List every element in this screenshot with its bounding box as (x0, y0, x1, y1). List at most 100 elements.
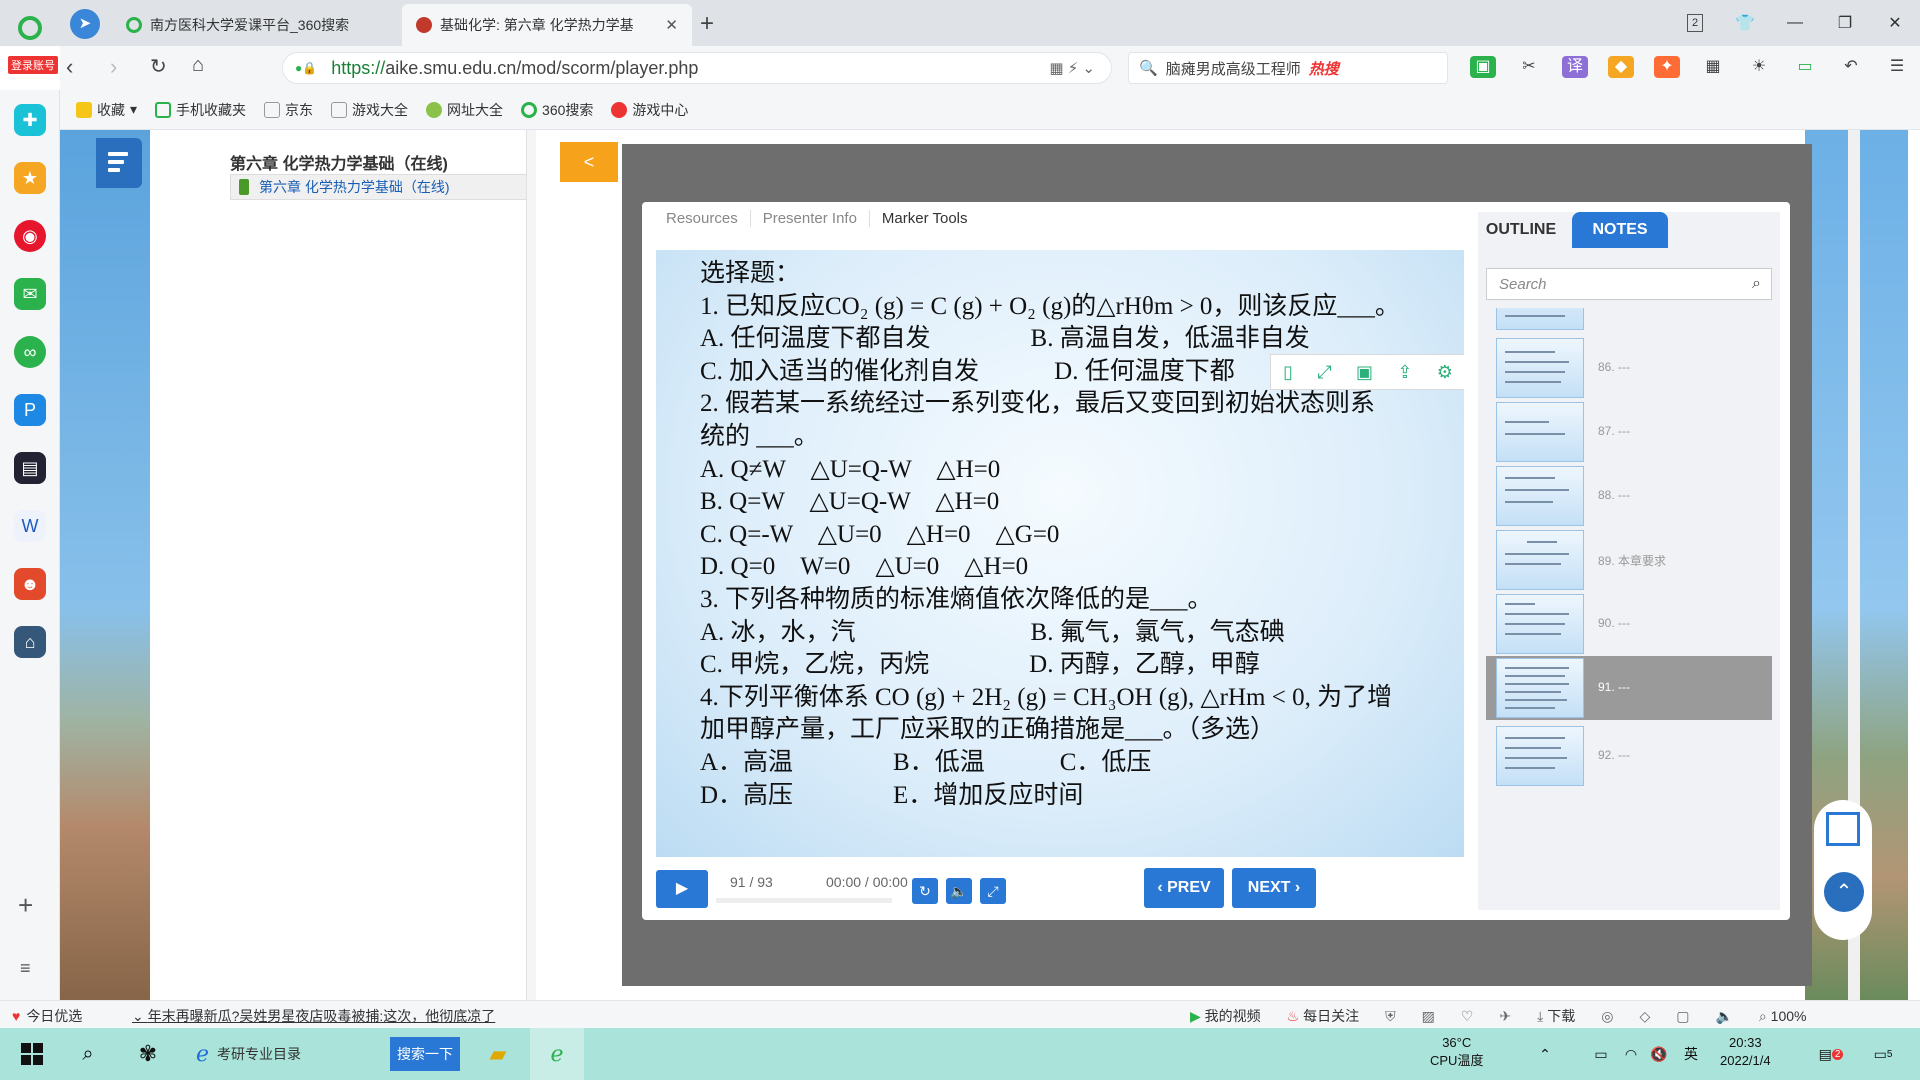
daily-follow-link[interactable]: ♨ 每日关注 (1287, 1006, 1359, 1026)
thumbnail-row[interactable]: 86. --- (1486, 336, 1772, 400)
save-icon[interactable]: ▣ (1356, 362, 1373, 383)
incognito-icon[interactable]: ◎ (1601, 1008, 1613, 1025)
scroll-top-icon[interactable]: ⌃ (1824, 872, 1864, 912)
navigate-icon[interactable]: ➤ (70, 9, 100, 39)
play-button[interactable]: ▶ (656, 870, 708, 908)
tab-outline[interactable]: OUTLINE (1478, 212, 1564, 248)
system-clock[interactable]: 20:33 2022/1/4 (1720, 1034, 1771, 1070)
back-button[interactable]: ‹ (66, 54, 73, 80)
tab-resources[interactable]: Resources (666, 210, 751, 227)
bookmark-item[interactable]: 游戏中心 (611, 100, 688, 120)
thumbnail-row[interactable] (1486, 308, 1772, 332)
app-swirl-icon[interactable]: ✾ (126, 1028, 170, 1080)
shop-icon[interactable]: ⌂ (14, 626, 46, 658)
chevron-up-icon[interactable]: ⌃ (1530, 1028, 1560, 1080)
tab-notes[interactable]: NOTES (1572, 212, 1668, 248)
notifications-icon[interactable]: ▭ 5 (1866, 1028, 1900, 1080)
home-button[interactable]: ⌂ (192, 54, 204, 77)
tab-search[interactable]: 南方医科大学爱课平台_360搜索 (112, 4, 402, 46)
replay-icon[interactable]: ↻ (912, 878, 938, 904)
url-tools-icon[interactable]: ▦ ⚡ ⌄ (1049, 59, 1095, 77)
my-video-link[interactable]: ▶ 我的视频 (1190, 1006, 1261, 1026)
thumbnail-row[interactable]: 90. --- (1486, 592, 1772, 656)
sidebar-list-icon[interactable]: ≡ (20, 958, 31, 979)
word-doc-icon[interactable]: W (14, 510, 46, 542)
battery-taskbar-icon[interactable]: ▭ (1590, 1028, 1612, 1080)
thumbnail-row[interactable]: 87. --- (1486, 400, 1772, 464)
bookmark-item[interactable]: 游戏大全 (331, 100, 408, 120)
shirt-icon[interactable]: 👕 (1720, 13, 1770, 33)
tab-count-badge[interactable]: 2 (1687, 14, 1703, 32)
cloud-icon[interactable]: ∞ (14, 336, 46, 368)
restore-button[interactable]: ❐ (1820, 13, 1870, 33)
qr-code-icon[interactable] (1826, 812, 1860, 846)
game-icon[interactable]: ✦ (1654, 56, 1680, 78)
scissors-icon[interactable]: ✂ (1516, 56, 1542, 78)
outline-search-input[interactable]: Search ⌕ (1486, 268, 1772, 300)
ime-indicator[interactable]: 英 (1680, 1028, 1702, 1080)
shield-icon[interactable]: ◆ (1608, 56, 1634, 78)
browser-logo[interactable]: 登录账号 (8, 16, 58, 74)
bookmark-tool-icon[interactable]: ▯ (1283, 362, 1293, 383)
course-item-link[interactable]: 第六章 化学热力学基础（在线) (230, 174, 528, 200)
wechat-icon[interactable]: ▣ (1470, 56, 1496, 78)
fullscreen-icon[interactable]: ⤢ (980, 878, 1006, 904)
hot-search-box[interactable]: 🔍 脑瘫男成高级工程师 热搜 (1128, 52, 1448, 84)
login-account-button[interactable]: 登录账号 (8, 56, 58, 74)
cloud-plus-icon[interactable]: ✚ (14, 104, 46, 136)
ie-taskbar-item[interactable]: ℯ 考研专业目录 (186, 1028, 388, 1080)
taskbar-search-button[interactable]: 搜索一下 (390, 1037, 460, 1071)
menu-icon[interactable]: ☰ (1884, 56, 1910, 78)
bookmark-item[interactable]: 收藏 ▾ (76, 100, 137, 120)
wifi-icon[interactable]: ◠ (1620, 1028, 1642, 1080)
health-icon[interactable]: ♡ (1461, 1008, 1474, 1025)
panel-resizer[interactable] (526, 130, 536, 1000)
mail-icon[interactable]: ✉ (14, 278, 46, 310)
folder-icon[interactable]: ▰ (476, 1028, 520, 1080)
p-app-icon[interactable]: P (14, 394, 46, 426)
search-icon[interactable]: ⌕ (1752, 275, 1761, 293)
favorites-star-icon[interactable]: ★ (14, 162, 46, 194)
bookmark-item[interactable]: 360搜索 (521, 100, 593, 120)
window-icon[interactable]: ▢ (1676, 1008, 1689, 1025)
tab-marker-tools[interactable]: Marker Tools (870, 210, 980, 227)
browser-360-icon[interactable]: ℯ (530, 1028, 584, 1080)
translate-icon[interactable]: 译 (1562, 56, 1588, 78)
prev-button[interactable]: ‹ PREV (1144, 868, 1224, 908)
thumbnail-row-selected[interactable]: 91. --- (1486, 656, 1772, 720)
mute-icon[interactable]: 🔇 (1648, 1028, 1670, 1080)
speed-icon[interactable]: ✈ (1499, 1008, 1511, 1025)
expand-icon[interactable]: ⤢ (1317, 362, 1331, 383)
settings-gear-icon[interactable]: ⚙ (1437, 362, 1453, 383)
thumbnail-row[interactable]: 89. 本章要求 (1486, 528, 1772, 592)
battery-icon[interactable]: ▭ (1792, 56, 1818, 78)
reload-button[interactable]: ↻ (150, 54, 167, 79)
weibo-icon[interactable]: ◉ (14, 220, 46, 252)
search-taskbar-icon[interactable]: ⌕ (66, 1028, 110, 1080)
close-tab-icon[interactable]: ✕ (665, 16, 678, 34)
collapse-panel-button[interactable]: < (560, 142, 618, 182)
sound-icon[interactable]: 🔈 (1715, 1008, 1732, 1025)
forward-button[interactable]: › (110, 54, 117, 80)
game-avatar-icon[interactable]: ☻ (14, 568, 46, 600)
menu-hamburger-icon[interactable] (96, 138, 142, 188)
today-picks[interactable]: ♥ 今日优选 (12, 1006, 82, 1026)
download-link[interactable]: ⤓ 下载 (1537, 1006, 1575, 1026)
apps-grid-icon[interactable]: ▦ (1700, 56, 1726, 78)
tab-course[interactable]: 基础化学: 第六章 化学热力学基 ✕ (402, 4, 692, 46)
undo-icon[interactable]: ↶ (1838, 56, 1864, 78)
image-icon[interactable]: ▨ (1422, 1008, 1435, 1025)
brightness-icon[interactable]: ☀ (1746, 56, 1772, 78)
close-window-button[interactable]: ✕ (1870, 13, 1920, 33)
app-badge-icon[interactable]: ▤ 2 (1816, 1028, 1846, 1080)
bookmark-item[interactable]: 网址大全 (426, 100, 503, 120)
url-input[interactable]: ●🔒 https:// aike.smu.edu.cn/mod/scorm/pl… (282, 52, 1112, 84)
thumbnail-row[interactable]: 88. --- (1486, 464, 1772, 528)
news-ticker-link[interactable]: ⌄ 年末再曝新瓜?吴姓男星夜店吸毒被捕:这次，他彻底凉了 (132, 1006, 495, 1026)
seek-bar[interactable] (716, 898, 892, 903)
thumbnail-row[interactable]: 92. --- (1486, 724, 1772, 788)
zoom-control[interactable]: ⌕ 100% (1759, 1008, 1807, 1025)
add-sidebar-icon[interactable]: + (18, 890, 33, 921)
volume-icon[interactable]: 🔈 (946, 878, 972, 904)
bookmark-item[interactable]: 手机收藏夹 (155, 100, 246, 120)
